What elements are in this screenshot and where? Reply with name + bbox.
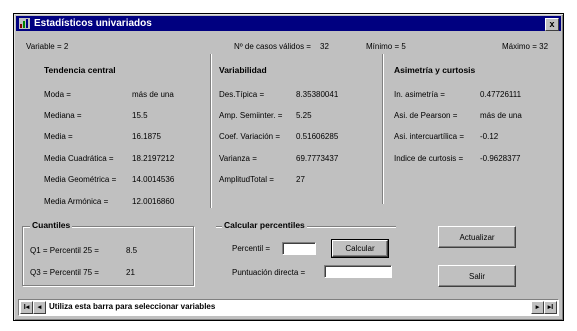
percentile-input[interactable] [282,242,316,255]
max-label: Máximo = 32 [502,42,549,51]
semi-interquartile-value: 5.25 [296,111,312,120]
q1-value: 8.5 [126,246,138,255]
asymmetry-header: Asimetría y curtosis [394,65,476,75]
update-button[interactable]: Actualizar [438,226,516,248]
std-dev-label: Des.Típica = [219,90,265,99]
skewness-index-label: In. asimetría = [394,90,445,99]
percentiles-header: Calcular percentiles [222,220,307,230]
pearson-label: Asi. de Pearson = [394,111,458,120]
mean-label: Media = [44,132,73,141]
exit-button[interactable]: Salir [438,265,516,287]
title-bar: Estadísticos univariados x [16,16,561,31]
coef-variation-label: Coef. Variación = [219,132,280,141]
coef-variation-value: 0.51606285 [296,132,339,141]
direct-score-input[interactable] [324,265,392,278]
first-record-icon[interactable]: I◂ [20,301,33,314]
separator-left [210,54,211,208]
interquartile-asym-value: -0.12 [480,132,499,141]
calculate-button[interactable]: Calcular [331,239,389,258]
mean-value: 16.1875 [132,132,161,141]
geometric-mean-label: Media Geométrica = [44,175,117,184]
harmonic-mean-label: Media Armónica = [44,197,109,206]
mode-value: más de una [132,90,174,99]
variance-value: 69.7773437 [296,154,339,163]
total-range-label: AmplitudTotal = [219,175,274,184]
std-dev-value: 8.35380041 [296,90,339,99]
valid-cases-value: 32 [320,42,329,51]
kurtosis-value: -0.9628377 [480,154,521,163]
close-button[interactable]: x [545,18,559,31]
harmonic-mean-value: 12.0016860 [132,197,175,206]
next-record-icon[interactable]: ▸ [531,301,544,314]
q3-value: 21 [126,268,135,277]
geometric-mean-value: 14.0014536 [132,175,175,184]
percentile-label: Percentil = [232,244,271,253]
variable-navigation-bar[interactable]: I◂ ◂ Utiliza esta barra para seleccionar… [18,299,559,316]
min-label: Mínimo = 5 [366,42,406,51]
app-icon [19,18,30,29]
quadratic-mean-value: 18.2197212 [132,154,175,163]
quantiles-header: Cuantiles [30,220,73,230]
pearson-value: más de una [480,111,522,120]
variability-header: Variabilidad [219,65,267,75]
direct-score-label: Puntuación directa = [232,268,306,277]
semi-interquartile-label: Amp. Semiinter. = [219,111,283,120]
central-tendency-header: Tendencia central [44,65,116,75]
variable-label: Variable = 2 [26,42,69,51]
mode-label: Moda = [44,90,71,99]
statistics-window: Estadísticos univariados x Variable = 2 … [13,13,564,321]
quadratic-mean-label: Media Cuadrática = [44,154,114,163]
prev-record-icon[interactable]: ◂ [33,301,46,314]
total-range-value: 27 [296,175,305,184]
last-record-icon[interactable]: ▸I [544,301,557,314]
valid-cases-label: Nº de casos válidos = [234,42,311,51]
median-value: 15.5 [132,111,148,120]
separator-right [382,54,383,204]
median-label: Mediana = [44,111,82,120]
kurtosis-label: Indice de curtosis = [394,154,464,163]
window-title: Estadísticos univariados [34,18,152,29]
nav-status-text: Utiliza esta barra para seleccionar vari… [49,302,216,311]
variance-label: Varianza = [219,154,257,163]
skewness-index-value: 0.47726111 [480,90,522,99]
interquartile-asym-label: Asi. intercuartílica = [394,132,465,141]
q1-label: Q1 = Percentil 25 = [30,246,99,255]
q3-label: Q3 = Percentil 75 = [30,268,99,277]
